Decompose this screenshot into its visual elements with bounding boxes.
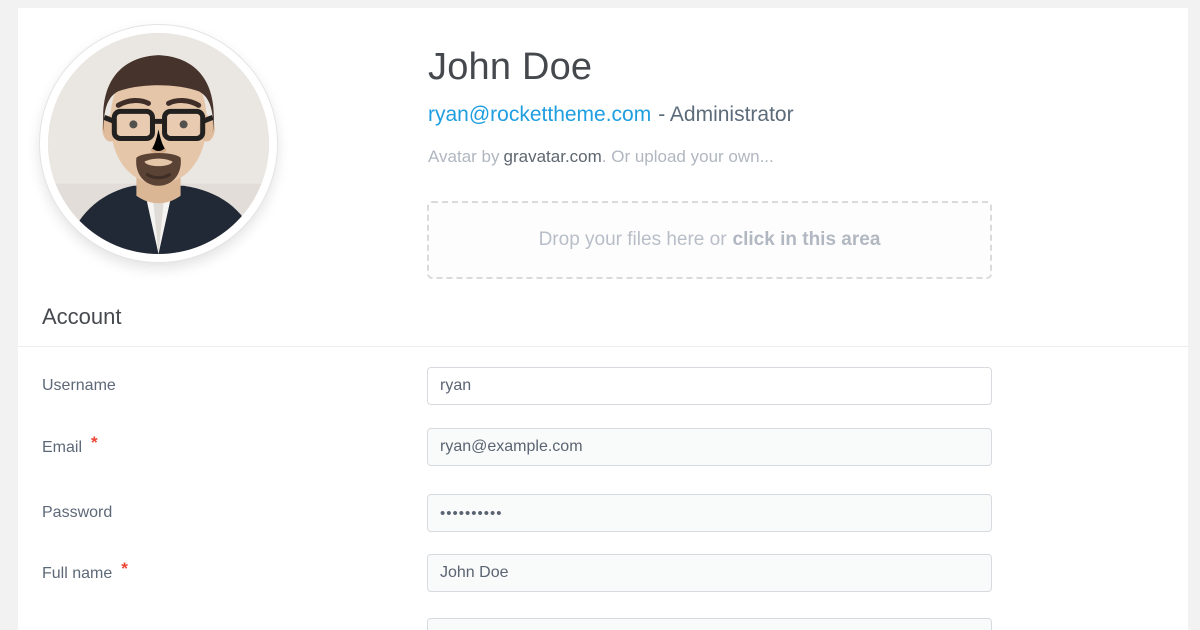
email-label: Email* xyxy=(42,428,98,467)
form-row-username: Username xyxy=(18,367,1188,405)
user-email-line: ryan@rockettheme.com - Administrator xyxy=(428,102,794,128)
user-email-link[interactable]: ryan@rockettheme.com xyxy=(428,103,651,126)
next-field-input[interactable] xyxy=(427,618,992,630)
required-asterisk: * xyxy=(121,559,128,578)
user-role-text: - Administrator xyxy=(658,103,793,126)
avatar-portrait-illustration xyxy=(48,33,269,254)
fullname-label: Full name* xyxy=(42,554,128,593)
gravatar-link[interactable]: gravatar.com xyxy=(504,147,602,166)
username-label: Username xyxy=(42,367,116,405)
dropzone-text: Drop your files here or xyxy=(539,229,727,251)
password-label: Password xyxy=(42,494,112,532)
page-background: John Doe ryan@rockettheme.com - Administr… xyxy=(0,0,1200,630)
avatar-note-prefix: Avatar by xyxy=(428,147,500,166)
avatar-note-suffix: . Or upload your own... xyxy=(602,147,774,166)
password-input[interactable] xyxy=(427,494,992,532)
form-row-fullname: Full name* xyxy=(18,554,1188,592)
avatar-note: Avatar bygravatar.com. Or upload your ow… xyxy=(428,147,774,167)
avatar xyxy=(40,25,277,262)
form-row-password: Password xyxy=(18,494,1188,532)
profile-card: John Doe ryan@rockettheme.com - Administr… xyxy=(18,8,1188,630)
section-divider xyxy=(18,346,1188,347)
email-input[interactable] xyxy=(427,428,992,466)
required-asterisk: * xyxy=(91,433,98,452)
user-fullname-title: John Doe xyxy=(428,46,592,89)
form-row-email: Email* xyxy=(18,428,1188,466)
username-input[interactable] xyxy=(427,367,992,405)
section-title-account: Account xyxy=(42,304,122,330)
form-row-next-partial xyxy=(18,618,1188,630)
file-dropzone[interactable]: Drop your files here or click in this ar… xyxy=(427,201,992,279)
fullname-input[interactable] xyxy=(427,554,992,592)
dropzone-click-text: click in this area xyxy=(733,229,881,251)
